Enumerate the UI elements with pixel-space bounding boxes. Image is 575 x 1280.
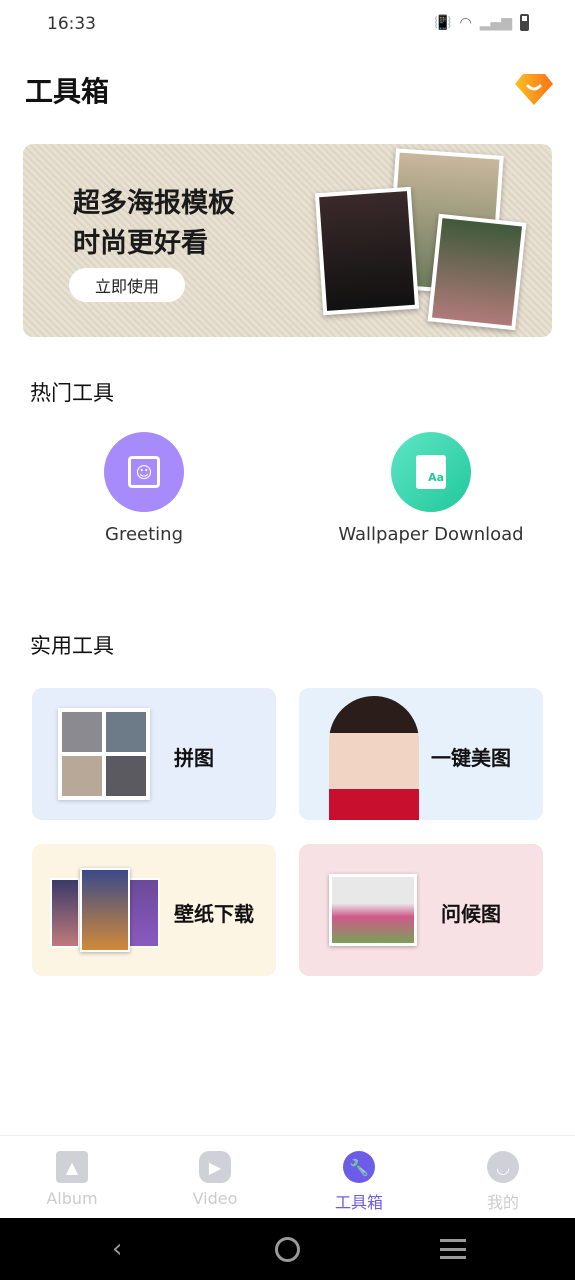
play-icon: ▶ [199, 1151, 231, 1183]
nav-toolbox[interactable]: 🔧 工具箱 [309, 1151, 409, 1213]
home-icon[interactable] [275, 1237, 300, 1262]
tool-greeting[interactable]: ☺ Greeting [84, 432, 204, 545]
signal-icon: ▂▄▆ [479, 14, 512, 31]
wallpaper-thumbnail [80, 868, 130, 952]
banner-line2: 时尚更好看 [73, 228, 208, 259]
wrench-icon: 🔧 [343, 1151, 375, 1183]
nav-video[interactable]: ▶ Video [165, 1151, 265, 1208]
smiley-icon: ◡ [487, 1151, 519, 1183]
collage-thumbnail [58, 708, 150, 800]
status-bar: 16:33 📳 ◠ ▂▄▆ [0, 0, 575, 48]
practical-tools-title: 实用工具 [30, 634, 114, 658]
use-now-button[interactable]: 立即使用 [69, 268, 185, 302]
banner-line1: 超多海报模板 [73, 188, 235, 219]
menu-icon[interactable] [440, 1239, 466, 1259]
tool-wallpaper-download[interactable]: Aa Wallpaper Download [331, 432, 531, 545]
back-icon[interactable]: ‹ [112, 1234, 122, 1264]
wallpaper-icon: Aa [391, 432, 471, 512]
vip-gem-icon[interactable] [515, 72, 553, 106]
page-title: 工具箱 [25, 75, 110, 108]
nav-album[interactable]: ▲ Album [22, 1151, 122, 1208]
poster-image [427, 213, 527, 331]
battery-icon [520, 14, 529, 31]
card-collage[interactable]: 拼图 [32, 688, 276, 820]
nav-mine[interactable]: ◡ 我的 [453, 1151, 553, 1213]
wifi-icon: ◠ [459, 14, 472, 31]
vibrate-icon: 📳 [434, 14, 452, 31]
card-beautify[interactable]: 一键美图 [299, 688, 543, 820]
system-nav-bar: ‹ [0, 1218, 575, 1280]
status-time: 16:33 [47, 14, 96, 34]
poster-template-banner[interactable]: 超多海报模板 时尚更好看 立即使用 [23, 144, 552, 337]
portrait-thumbnail [329, 696, 419, 820]
bottom-nav: ▲ Album ▶ Video 🔧 工具箱 ◡ 我的 [0, 1135, 575, 1218]
greeting-thumbnail [329, 874, 417, 946]
card-greeting-image[interactable]: 问候图 [299, 844, 543, 976]
hot-tools-title: 热门工具 [30, 381, 114, 405]
card-wallpaper[interactable]: 壁纸下载 [32, 844, 276, 976]
portrait-frame-icon: ☺ [104, 432, 184, 512]
poster-image [314, 186, 420, 316]
image-icon: ▲ [56, 1151, 88, 1183]
